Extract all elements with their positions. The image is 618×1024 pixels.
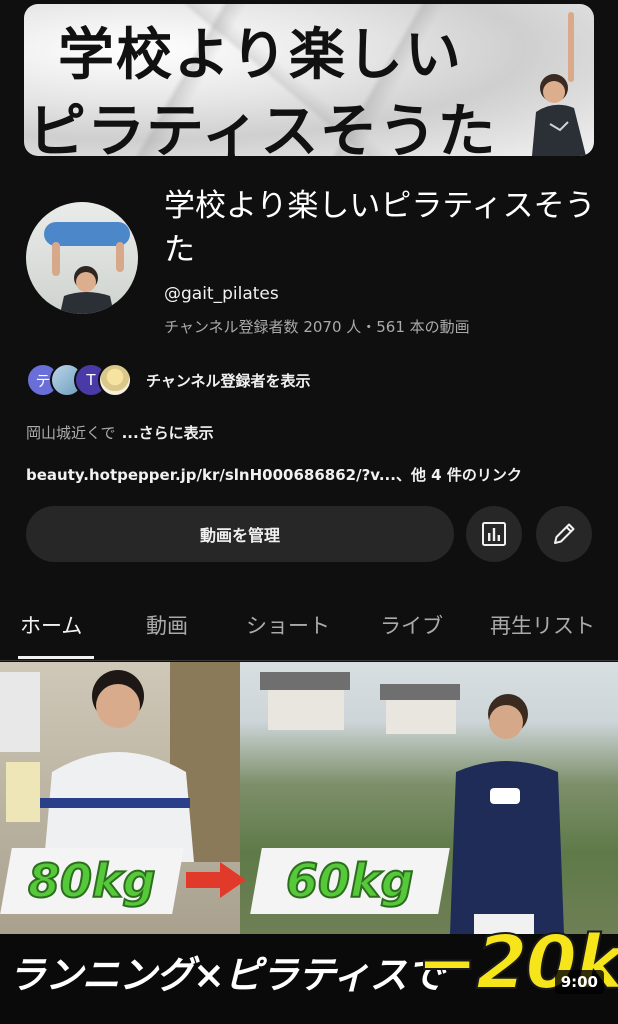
tab-live[interactable]: ライブ: [380, 598, 443, 660]
edit-channel-button[interactable]: [536, 506, 592, 562]
more-links[interactable]: 、他 4 件のリンク: [396, 466, 522, 484]
banner-title-line2: ピラティスそうた: [28, 97, 497, 156]
arrow-right-icon: [186, 862, 246, 898]
channel-name: 学校より楽しいピラティスそうた: [164, 188, 596, 268]
analytics-icon: [482, 522, 506, 546]
channel-tabs: ホーム 動画 ショート ライブ 再生リスト: [0, 598, 618, 660]
view-subscribers-row[interactable]: テ T チャンネル登録者を表示: [26, 362, 311, 398]
banner-title-line1: 学校より楽しい: [58, 23, 463, 88]
subscriber-avatar: [98, 363, 132, 397]
channel-stats: チャンネル登録者数 2070 人・561 本の動画: [164, 318, 470, 336]
channel-description[interactable]: 岡山城近くで ...さらに表示: [26, 422, 214, 443]
before-weight: 80kg: [27, 853, 157, 909]
pencil-icon: [554, 523, 575, 544]
house: [268, 690, 344, 730]
tab-home[interactable]: ホーム: [20, 598, 82, 660]
tab-videos[interactable]: 動画: [146, 598, 188, 660]
view-subscribers-label: チャンネル登録者を表示: [146, 371, 311, 390]
channel-banner: 学校より楽しい ピラティスそうた: [24, 4, 594, 156]
before-weight-label: 80kg: [0, 848, 184, 914]
avatar-image: [44, 222, 130, 314]
description-text: 岡山城近くで: [26, 424, 116, 442]
show-more-link[interactable]: ...さらに表示: [122, 424, 214, 442]
active-tab-indicator: [18, 656, 94, 659]
analytics-button[interactable]: [466, 506, 522, 562]
tab-shorts[interactable]: ショート: [246, 598, 330, 660]
house-roof: [260, 672, 350, 690]
thumbnail-headline: ランニング×ピラティスで: [8, 953, 445, 997]
after-person-image: [450, 694, 564, 934]
manage-videos-button[interactable]: 動画を管理: [26, 506, 454, 562]
tabs-divider: [0, 660, 618, 661]
tab-playlists[interactable]: 再生リスト: [490, 598, 595, 660]
channel-avatar[interactable]: [26, 202, 138, 314]
after-weight: 60kg: [285, 853, 415, 909]
featured-video-thumbnail[interactable]: 80kg 60kg ランニング×ピラティスで −20kg 9:00: [0, 662, 618, 1024]
video-duration-badge: 9:00: [554, 970, 604, 994]
after-weight-label: 60kg: [250, 848, 450, 914]
channel-handle: @gait_pilates: [164, 284, 279, 304]
banner-person-image: [532, 12, 586, 156]
channel-links[interactable]: beauty.hotpepper.jp/kr/slnH000686862/?v.…: [26, 464, 522, 485]
link-url[interactable]: beauty.hotpepper.jp/kr/slnH000686862/?v.…: [26, 466, 396, 484]
